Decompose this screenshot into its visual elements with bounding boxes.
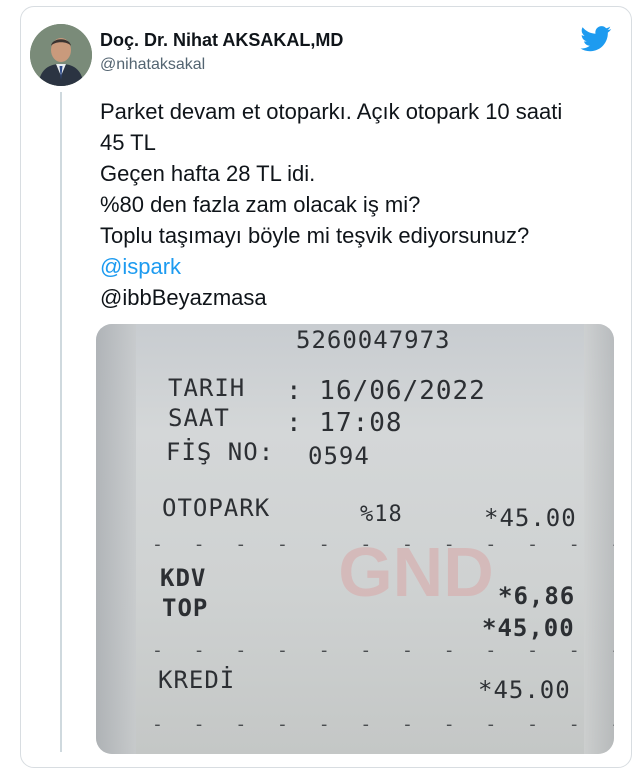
receipt-date-value: : 16/06/2022 bbox=[286, 376, 486, 406]
thread-line bbox=[60, 92, 62, 752]
tweet-line: %80 den fazla zam olacak iş mi? bbox=[100, 192, 421, 217]
receipt-item-name: OTOPARK bbox=[162, 494, 271, 522]
receipt-top-value: *45,00 bbox=[482, 614, 575, 642]
receipt-fis-value: 0594 bbox=[308, 442, 370, 470]
tweet-line: Toplu taşımayı böyle mi teşvik ediyorsun… bbox=[100, 223, 530, 248]
author-avatar[interactable] bbox=[30, 24, 92, 86]
receipt-date-label: TARIH bbox=[168, 374, 246, 402]
receipt-time-label: SAAT bbox=[168, 404, 230, 432]
receipt-divider: - - - - - - - - - - - - - - - - - - - - bbox=[152, 534, 614, 555]
tweet-text: Parket devam et otoparkı. Açık otopark 1… bbox=[100, 96, 610, 313]
receipt-divider: - - - - - - - - - - - - - - - - - - - - bbox=[152, 640, 614, 661]
receipt-kredi-label: KREDİ bbox=[158, 666, 236, 694]
author-name[interactable]: Doç. Dr. Nihat AKSAKAL,MD bbox=[100, 30, 343, 51]
tweet-photo-receipt[interactable]: GND 5260047973 TARIH : 16/06/2022 SAAT :… bbox=[96, 324, 614, 754]
receipt-divider: - - - - - - - - - - - - - - - - - - - - bbox=[152, 714, 614, 735]
author-handle[interactable]: @nihataksakal bbox=[100, 56, 205, 74]
twitter-bird-icon[interactable] bbox=[580, 26, 612, 52]
receipt-item-total: *45.00 bbox=[484, 504, 577, 532]
mention-ispark-link[interactable]: @ispark bbox=[100, 251, 610, 282]
receipt-fis-label: FİŞ NO: bbox=[166, 438, 275, 466]
receipt-time-value: : 17:08 bbox=[286, 408, 403, 438]
receipt-vat-rate: %18 bbox=[360, 502, 403, 527]
avatar-photo bbox=[30, 24, 92, 86]
receipt-kredi-value: *45.00 bbox=[478, 676, 571, 704]
tweet-line: 45 TL bbox=[100, 130, 156, 155]
receipt-kdv-label: KDV bbox=[160, 564, 207, 592]
receipt-shadow-left bbox=[96, 324, 136, 754]
tweet-line: Parket devam et otoparkı. Açık otopark 1… bbox=[100, 99, 563, 124]
receipt-top-label: TOP bbox=[162, 594, 209, 622]
receipt-number: 5260047973 bbox=[296, 326, 451, 354]
tweet-line: Geçen hafta 28 TL idi. bbox=[100, 161, 316, 186]
mention-ibbbeyazmasa: @ibbBeyazmasa bbox=[100, 285, 267, 310]
receipt-kdv-value: *6,86 bbox=[498, 582, 576, 610]
